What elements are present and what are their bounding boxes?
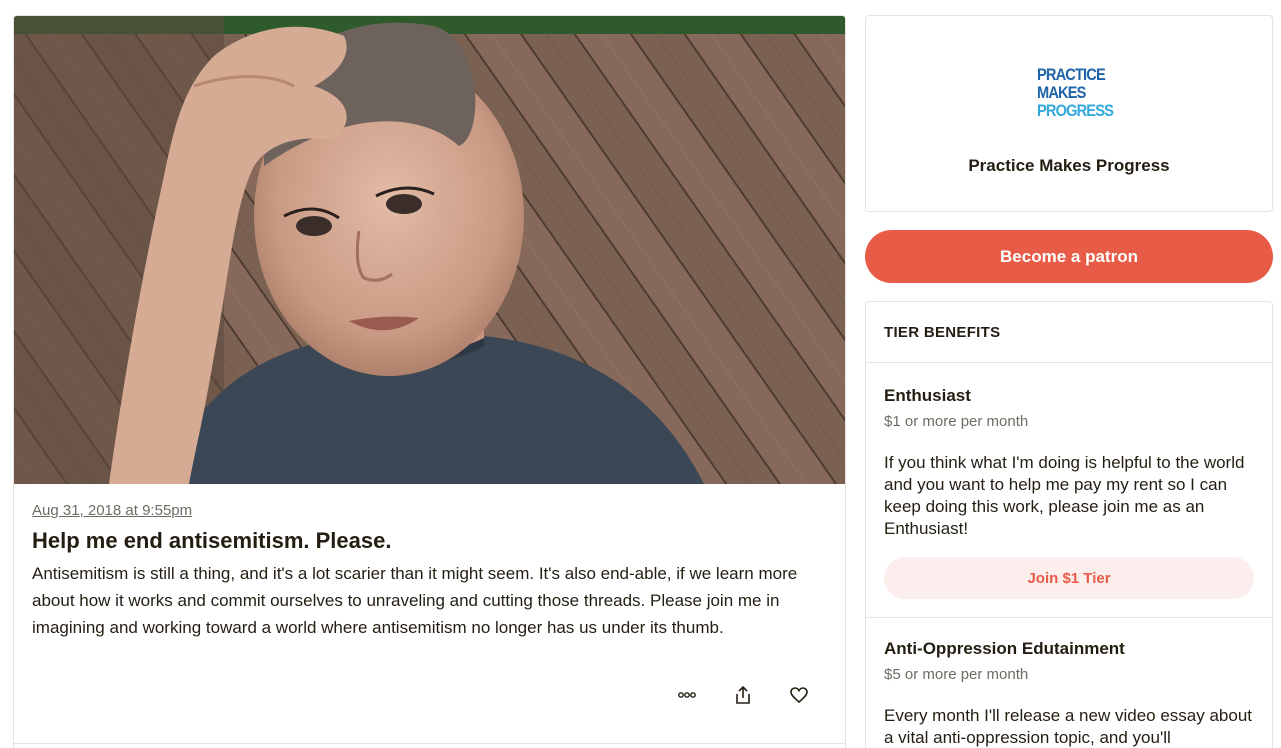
post-card: Aug 31, 2018 at 9:55pm Help me end antis… <box>13 15 846 748</box>
share-button[interactable] <box>715 681 771 709</box>
tier-anti-oppression-edutainment: Anti-Oppression Edutainment $5 or more p… <box>866 618 1272 748</box>
divider <box>14 743 845 744</box>
logo-line-1: PRACTICE <box>1037 65 1106 84</box>
post-video-thumbnail[interactable] <box>14 16 845 484</box>
more-options-button[interactable] <box>659 681 715 709</box>
tier-price: $5 or more per month <box>884 666 1029 683</box>
tier-name: Enthusiast <box>884 386 971 405</box>
tier-description: Every month I'll release a new video ess… <box>884 706 1252 747</box>
tier-description: If you think what I'm doing is helpful t… <box>884 453 1245 538</box>
ellipsis-icon <box>678 692 696 698</box>
tier-name: Anti-Oppression Edutainment <box>884 639 1125 658</box>
tier-benefits-panel: TIER BENEFITS Enthusiast $1 or more per … <box>865 301 1273 748</box>
become-patron-button[interactable]: Become a patron <box>865 230 1273 283</box>
post-date-link[interactable]: Aug 31, 2018 at 9:55pm <box>32 502 192 519</box>
post-actions <box>659 681 827 709</box>
tier-enthusiast: Enthusiast $1 or more per month If you t… <box>866 363 1272 618</box>
share-icon <box>736 686 750 704</box>
logo-line-3: PROGRESS <box>1037 101 1114 120</box>
join-tier-button[interactable]: Join $1 Tier <box>884 557 1254 599</box>
post-title: Help me end antisemitism. Please. <box>32 528 392 553</box>
tier-benefits-heading: TIER BENEFITS <box>866 302 1272 363</box>
creator-logo[interactable]: PRACTICE MAKES PROGRESS <box>1037 65 1114 120</box>
creator-name[interactable]: Practice Makes Progress <box>866 156 1272 176</box>
video-frame-image <box>14 16 845 484</box>
heart-icon <box>790 687 808 703</box>
logo-line-2: MAKES <box>1037 83 1086 102</box>
like-button[interactable] <box>771 681 827 709</box>
tier-price: $1 or more per month <box>884 413 1029 430</box>
post-body-text: Antisemitism is still a thing, and it's … <box>32 564 798 637</box>
creator-card: PRACTICE MAKES PROGRESS Practice Makes P… <box>865 15 1273 212</box>
